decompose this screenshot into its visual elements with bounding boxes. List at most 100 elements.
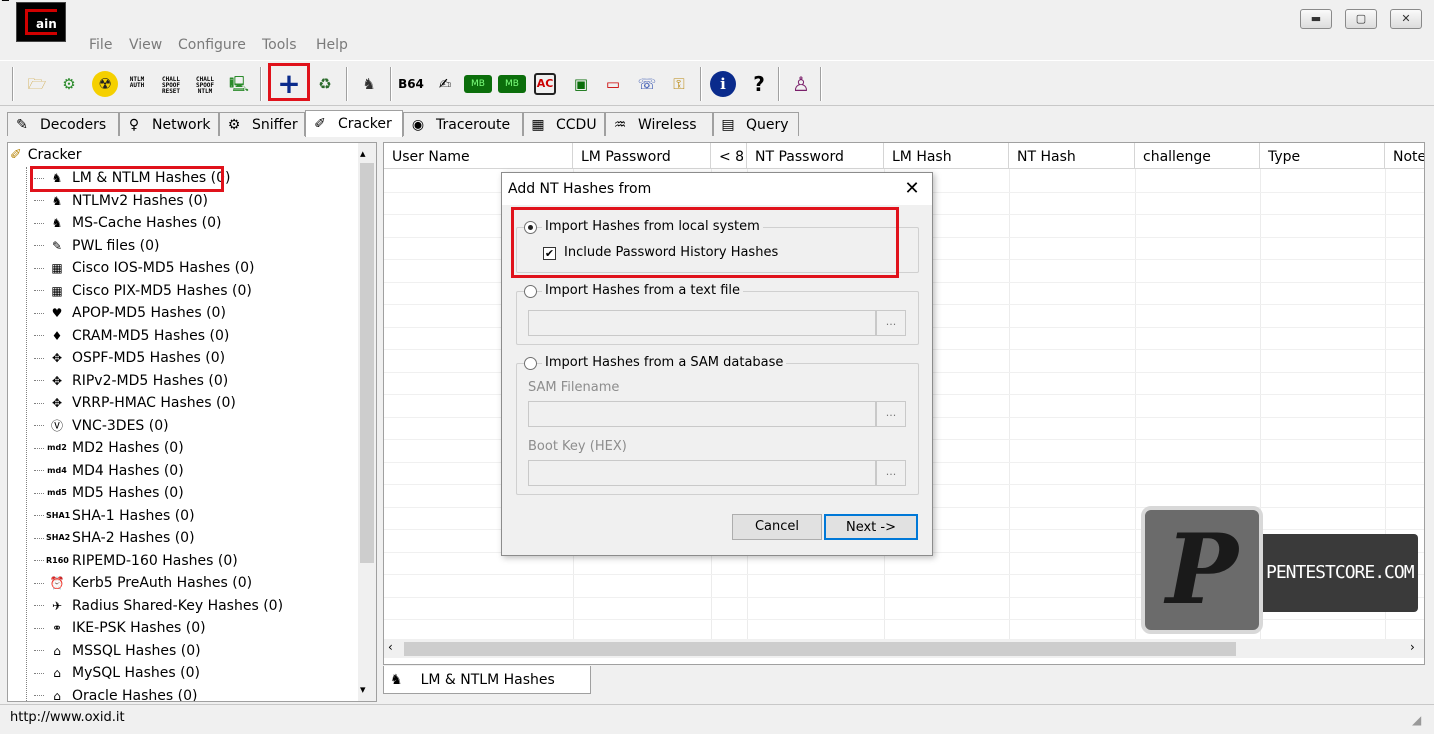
tab-lm-ntlm-hashes[interactable]: ♞ LM & NTLM Hashes (383, 666, 591, 694)
tree-item[interactable]: ⚭ IKE-PSK Hashes (0) (34, 617, 206, 639)
apr-poison-icon[interactable]: ☢ (92, 71, 118, 97)
tree-item-label: RIPv2-MD5 Hashes (0) (72, 372, 229, 389)
tree-item[interactable]: ♞ MS-Cache Hashes (0) (34, 212, 221, 234)
menu-tools[interactable]: Tools (262, 37, 297, 53)
cisco-icon[interactable]: ☏ (634, 71, 660, 97)
tree-item[interactable]: ✥ RIPv2-MD5 Hashes (0) (34, 370, 228, 392)
h-scroll-thumb[interactable] (404, 642, 1236, 656)
tree-item[interactable]: md5 MD5 Hashes (0) (34, 482, 184, 504)
tree-connector (34, 425, 44, 426)
mb-icon-1[interactable]: MB (464, 75, 492, 93)
toolbar-separator (346, 67, 348, 101)
scroll-down-icon[interactable]: ▾ (360, 683, 366, 696)
next-button[interactable]: Next -> (824, 514, 918, 540)
tree-item[interactable]: ♞ NTLMv2 Hashes (0) (34, 190, 208, 212)
tree-item[interactable]: ✎ PWL files (0) (34, 235, 159, 257)
tree-root[interactable]: ✐ Cracker (10, 147, 82, 163)
monitor-icon[interactable]: 🖳 (226, 71, 252, 97)
ntlm-crack-icon[interactable]: ♞ (356, 71, 382, 97)
tree-item[interactable]: ✥ VRRP-HMAC Hashes (0) (34, 392, 236, 414)
tab-cracker[interactable]: ✐ Cracker (305, 110, 403, 137)
sam-filename-input[interactable] (528, 401, 876, 427)
chall-spoof-ntlm-icon[interactable]: CHALL SPOOF NTLM (192, 71, 218, 97)
col-nt-password[interactable]: NT Password (747, 143, 884, 169)
col-lm-password[interactable]: LM Password (573, 143, 711, 169)
menu-configure[interactable]: Configure (178, 37, 246, 53)
horizontal-scrollbar[interactable]: ‹ › (384, 639, 1424, 658)
tab-decoders[interactable]: ✎ Decoders (7, 112, 119, 136)
tree-item[interactable]: ✥ OSPF-MD5 Hashes (0) (34, 347, 225, 369)
menu-help[interactable]: Help (316, 37, 348, 53)
text-file-browse-button[interactable]: ... (876, 310, 906, 336)
vnc-icon[interactable]: AC (534, 73, 556, 95)
ntlm-auth-icon[interactable]: NTLM AUTH (124, 71, 150, 97)
tab-network[interactable]: ♀ Network (119, 112, 219, 136)
maximize-button[interactable]: ▢ (1345, 9, 1377, 29)
dialog-icon[interactable]: ▭ (600, 71, 626, 97)
user-icon[interactable]: ♙ (788, 71, 814, 97)
text-file-input[interactable] (528, 310, 876, 336)
col-lm-hash[interactable]: LM Hash (884, 143, 1009, 169)
tree-item[interactable]: R160 RIPEMD-160 Hashes (0) (34, 550, 238, 572)
tree-connector (34, 267, 44, 269)
start-sniffer-icon[interactable]: ⚙ (56, 71, 82, 97)
scroll-left-icon[interactable]: ‹ (388, 640, 393, 654)
tree-item[interactable]: ⌂ Oracle Hashes (0) (34, 685, 197, 701)
mb-icon-2[interactable]: MB (498, 75, 526, 93)
open-folder-icon[interactable]: 🗁 (24, 71, 50, 97)
radio-sam-database[interactable] (524, 357, 537, 370)
tree-item[interactable]: ⌂ MSSQL Hashes (0) (34, 640, 201, 662)
info-icon[interactable]: i (710, 71, 736, 97)
minimize-button[interactable]: ▬ (1300, 9, 1332, 29)
lookup-icon[interactable]: ✍ (432, 71, 458, 97)
col-nt-hash[interactable]: NT Hash (1009, 143, 1135, 169)
dialog-close-icon[interactable]: ✕ (898, 175, 926, 203)
col-lt8[interactable]: < 8 (711, 143, 747, 169)
base64-icon[interactable]: B64 (398, 71, 424, 97)
tree-item[interactable]: ▦ Cisco PIX-MD5 Hashes (0) (34, 280, 252, 302)
toolbar-separator (390, 67, 392, 101)
tree-item[interactable]: ⏰ Kerb5 PreAuth Hashes (0) (34, 572, 252, 594)
tree-item[interactable]: ✈ Radius Shared-Key Hashes (0) (34, 595, 283, 617)
terminal-icon[interactable]: ▣ (568, 71, 594, 97)
tree-item[interactable]: ♦ CRAM-MD5 Hashes (0) (34, 325, 229, 347)
tree-item[interactable]: Ⓥ VNC-3DES (0) (34, 415, 169, 437)
boot-key-input[interactable] (528, 460, 876, 486)
menu-file[interactable]: File (89, 37, 112, 53)
close-button[interactable]: ✕ (1390, 9, 1422, 29)
md-icon: md4 (47, 465, 67, 475)
tree-item[interactable]: md4 MD4 Hashes (0) (34, 460, 184, 482)
add-hashes-icon[interactable]: + (276, 70, 302, 98)
tree-item[interactable]: ⌂ MySQL Hashes (0) (34, 662, 200, 684)
resize-grip-icon[interactable]: ◢ (1412, 713, 1421, 727)
sam-browse-button[interactable]: ... (876, 401, 906, 427)
help-icon[interactable]: ? (746, 71, 772, 97)
tab-traceroute[interactable]: ◉ Traceroute (403, 112, 523, 136)
toolbar-separator (260, 67, 262, 101)
col-note[interactable]: Note (1385, 143, 1424, 169)
tree-scroll-thumb[interactable] (360, 163, 374, 563)
radio-text-file[interactable] (524, 285, 537, 298)
tree-item[interactable]: md2 MD2 Hashes (0) (34, 437, 184, 459)
boot-key-browse-button[interactable]: ... (876, 460, 906, 486)
tab-wireless[interactable]: ♒ Wireless (605, 112, 713, 136)
col-user-name[interactable]: User Name (384, 143, 573, 169)
tab-sniffer[interactable]: ⚙ Sniffer (219, 112, 305, 136)
keys-icon[interactable]: ⚿ (666, 71, 692, 97)
tab-ccdu[interactable]: ▦ CCDU (523, 112, 605, 136)
tab-query[interactable]: ▤ Query (713, 112, 799, 136)
tree-item[interactable]: ▦ Cisco IOS-MD5 Hashes (0) (34, 257, 254, 279)
col-type[interactable]: Type (1260, 143, 1385, 169)
scroll-up-icon[interactable]: ▴ (360, 147, 366, 160)
menu-view[interactable]: View (129, 37, 162, 53)
tree-item[interactable]: SHA2 SHA-2 Hashes (0) (34, 527, 195, 549)
tree-item[interactable]: SHA1 SHA-1 Hashes (0) (34, 505, 195, 527)
chall-spoof-reset-icon[interactable]: CHALL SPOOF RESET (158, 71, 184, 97)
delete-icon[interactable]: ♻ (312, 71, 338, 97)
cancel-button[interactable]: Cancel (732, 514, 822, 540)
scroll-right-icon[interactable]: › (1410, 640, 1415, 654)
col-challenge[interactable]: challenge (1135, 143, 1260, 169)
tree-item[interactable]: ♥ APOP-MD5 Hashes (0) (34, 302, 226, 324)
system-menu-icon[interactable]: ▔ (2, 2, 12, 12)
cracker-tree[interactable]: ✐ Cracker ♞ LM & NTLM Hashes (0) ♞ NTLMv2 H… (7, 142, 377, 702)
